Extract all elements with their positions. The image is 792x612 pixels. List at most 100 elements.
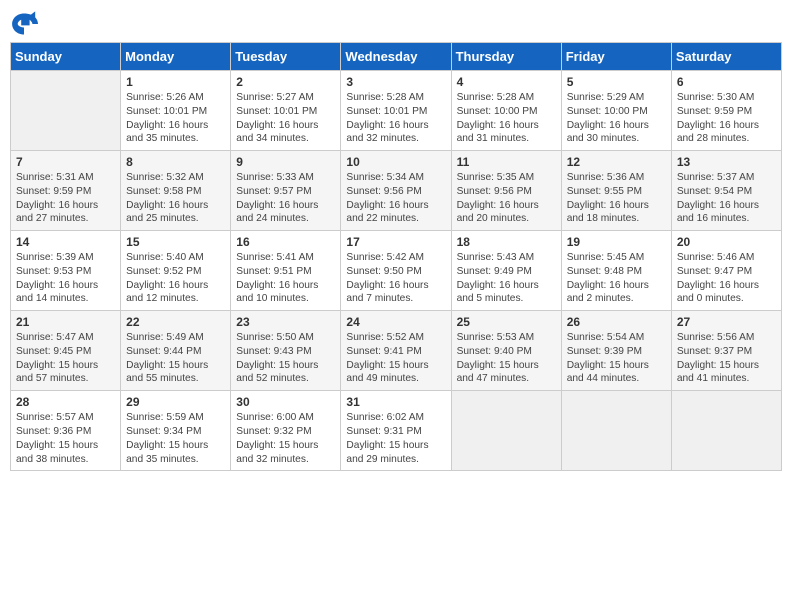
day-number: 18 — [457, 235, 556, 249]
day-info: Sunrise: 5:52 AM Sunset: 9:41 PM Dayligh… — [346, 331, 445, 386]
day-number: 20 — [677, 235, 776, 249]
day-number: 1 — [126, 75, 225, 89]
day-info: Sunrise: 5:32 AM Sunset: 9:58 PM Dayligh… — [126, 171, 225, 226]
calendar-week-3: 14 Sunrise: 5:39 AM Sunset: 9:53 PM Dayli… — [11, 231, 782, 311]
column-header-thursday: Thursday — [451, 43, 561, 71]
day-info: Sunrise: 5:45 AM Sunset: 9:48 PM Dayligh… — [567, 251, 666, 306]
calendar-cell: 24 Sunrise: 5:52 AM Sunset: 9:41 PM Dayli… — [341, 311, 451, 391]
day-number: 7 — [16, 155, 115, 169]
calendar-cell: 2 Sunrise: 5:27 AM Sunset: 10:01 PM Dayli… — [231, 71, 341, 151]
calendar-cell: 25 Sunrise: 5:53 AM Sunset: 9:40 PM Dayli… — [451, 311, 561, 391]
day-info: Sunrise: 5:28 AM Sunset: 10:00 PM Daylig… — [457, 91, 556, 146]
calendar-cell: 18Sunrise: 5:43 AM Sunset: 9:49 PM Dayli… — [451, 231, 561, 311]
day-info: Sunrise: 6:02 AM Sunset: 9:31 PM Dayligh… — [346, 411, 445, 466]
day-number: 9 — [236, 155, 335, 169]
calendar-week-4: 21Sunrise: 5:47 AM Sunset: 9:45 PM Dayli… — [11, 311, 782, 391]
day-info: Sunrise: 5:30 AM Sunset: 9:59 PM Dayligh… — [677, 91, 776, 146]
day-info: Sunrise: 5:50 AM Sunset: 9:43 PM Dayligh… — [236, 331, 335, 386]
day-number: 28 — [16, 395, 115, 409]
column-header-sunday: Sunday — [11, 43, 121, 71]
day-info: Sunrise: 5:33 AM Sunset: 9:57 PM Dayligh… — [236, 171, 335, 226]
calendar-cell: 26 Sunrise: 5:54 AM Sunset: 9:39 PM Dayli… — [561, 311, 671, 391]
calendar-cell: 4 Sunrise: 5:28 AM Sunset: 10:00 PM Dayli… — [451, 71, 561, 151]
day-info: Sunrise: 5:53 AM Sunset: 9:40 PM Dayligh… — [457, 331, 556, 386]
calendar-cell: 28 Sunrise: 5:57 AM Sunset: 9:36 PM Dayli… — [11, 391, 121, 471]
day-info: Sunrise: 5:57 AM Sunset: 9:36 PM Dayligh… — [16, 411, 115, 466]
column-header-wednesday: Wednesday — [341, 43, 451, 71]
calendar-cell: 5 Sunrise: 5:29 AM Sunset: 10:00 PM Dayli… — [561, 71, 671, 151]
calendar-cell — [561, 391, 671, 471]
day-info: Sunrise: 5:39 AM Sunset: 9:53 PM Dayligh… — [16, 251, 115, 306]
day-number: 3 — [346, 75, 445, 89]
calendar-cell: 30Sunrise: 6:00 AM Sunset: 9:32 PM Dayli… — [231, 391, 341, 471]
day-number: 19 — [567, 235, 666, 249]
day-info: Sunrise: 5:35 AM Sunset: 9:56 PM Dayligh… — [457, 171, 556, 226]
calendar-cell: 7Sunrise: 5:31 AM Sunset: 9:59 PM Daylig… — [11, 151, 121, 231]
calendar-cell: 13 Sunrise: 5:37 AM Sunset: 9:54 PM Dayli… — [671, 151, 781, 231]
page-header — [10, 10, 782, 38]
calendar-cell — [451, 391, 561, 471]
calendar-cell: 3 Sunrise: 5:28 AM Sunset: 10:01 PM Dayli… — [341, 71, 451, 151]
calendar-cell: 15 Sunrise: 5:40 AM Sunset: 9:52 PM Dayli… — [121, 231, 231, 311]
day-info: Sunrise: 5:41 AM Sunset: 9:51 PM Dayligh… — [236, 251, 335, 306]
calendar-cell: 27 Sunrise: 5:56 AM Sunset: 9:37 PM Dayli… — [671, 311, 781, 391]
day-number: 26 — [567, 315, 666, 329]
day-number: 13 — [677, 155, 776, 169]
day-number: 29 — [126, 395, 225, 409]
calendar-cell: 21Sunrise: 5:47 AM Sunset: 9:45 PM Dayli… — [11, 311, 121, 391]
day-info: Sunrise: 5:36 AM Sunset: 9:55 PM Dayligh… — [567, 171, 666, 226]
calendar-cell: 1 Sunrise: 5:26 AM Sunset: 10:01 PM Dayli… — [121, 71, 231, 151]
logo — [10, 10, 42, 38]
calendar-cell: 14 Sunrise: 5:39 AM Sunset: 9:53 PM Dayli… — [11, 231, 121, 311]
calendar-cell — [671, 391, 781, 471]
day-number: 24 — [346, 315, 445, 329]
day-number: 17 — [346, 235, 445, 249]
calendar-cell: 31 Sunrise: 6:02 AM Sunset: 9:31 PM Dayli… — [341, 391, 451, 471]
day-number: 14 — [16, 235, 115, 249]
calendar-cell: 9 Sunrise: 5:33 AM Sunset: 9:57 PM Daylig… — [231, 151, 341, 231]
day-info: Sunrise: 5:34 AM Sunset: 9:56 PM Dayligh… — [346, 171, 445, 226]
day-info: Sunrise: 5:56 AM Sunset: 9:37 PM Dayligh… — [677, 331, 776, 386]
calendar-cell: 12Sunrise: 5:36 AM Sunset: 9:55 PM Dayli… — [561, 151, 671, 231]
calendar-cell: 17 Sunrise: 5:42 AM Sunset: 9:50 PM Dayli… — [341, 231, 451, 311]
calendar-header-row: SundayMondayTuesdayWednesdayThursdayFrid… — [11, 43, 782, 71]
day-info: Sunrise: 5:26 AM Sunset: 10:01 PM Daylig… — [126, 91, 225, 146]
day-number: 4 — [457, 75, 556, 89]
day-number: 25 — [457, 315, 556, 329]
calendar-week-2: 7Sunrise: 5:31 AM Sunset: 9:59 PM Daylig… — [11, 151, 782, 231]
calendar-cell: 29Sunrise: 5:59 AM Sunset: 9:34 PM Dayli… — [121, 391, 231, 471]
day-number: 27 — [677, 315, 776, 329]
calendar-cell: 22Sunrise: 5:49 AM Sunset: 9:44 PM Dayli… — [121, 311, 231, 391]
calendar-cell: 6 Sunrise: 5:30 AM Sunset: 9:59 PM Daylig… — [671, 71, 781, 151]
calendar-cell: 20Sunrise: 5:46 AM Sunset: 9:47 PM Dayli… — [671, 231, 781, 311]
day-number: 5 — [567, 75, 666, 89]
calendar-week-1: 1 Sunrise: 5:26 AM Sunset: 10:01 PM Dayli… — [11, 71, 782, 151]
day-number: 16 — [236, 235, 335, 249]
day-number: 2 — [236, 75, 335, 89]
day-info: Sunrise: 5:29 AM Sunset: 10:00 PM Daylig… — [567, 91, 666, 146]
column-header-saturday: Saturday — [671, 43, 781, 71]
day-info: Sunrise: 5:47 AM Sunset: 9:45 PM Dayligh… — [16, 331, 115, 386]
day-number: 6 — [677, 75, 776, 89]
calendar-week-5: 28 Sunrise: 5:57 AM Sunset: 9:36 PM Dayli… — [11, 391, 782, 471]
column-header-tuesday: Tuesday — [231, 43, 341, 71]
day-info: Sunrise: 5:40 AM Sunset: 9:52 PM Dayligh… — [126, 251, 225, 306]
day-number: 15 — [126, 235, 225, 249]
day-info: Sunrise: 5:49 AM Sunset: 9:44 PM Dayligh… — [126, 331, 225, 386]
day-info: Sunrise: 5:54 AM Sunset: 9:39 PM Dayligh… — [567, 331, 666, 386]
day-info: Sunrise: 5:28 AM Sunset: 10:01 PM Daylig… — [346, 91, 445, 146]
calendar-cell: 16 Sunrise: 5:41 AM Sunset: 9:51 PM Dayli… — [231, 231, 341, 311]
calendar-cell: 11Sunrise: 5:35 AM Sunset: 9:56 PM Dayli… — [451, 151, 561, 231]
calendar-cell — [11, 71, 121, 151]
day-info: Sunrise: 5:27 AM Sunset: 10:01 PM Daylig… — [236, 91, 335, 146]
day-info: Sunrise: 5:42 AM Sunset: 9:50 PM Dayligh… — [346, 251, 445, 306]
calendar-cell: 10 Sunrise: 5:34 AM Sunset: 9:56 PM Dayli… — [341, 151, 451, 231]
day-number: 10 — [346, 155, 445, 169]
day-number: 8 — [126, 155, 225, 169]
column-header-monday: Monday — [121, 43, 231, 71]
day-info: Sunrise: 5:37 AM Sunset: 9:54 PM Dayligh… — [677, 171, 776, 226]
day-number: 31 — [346, 395, 445, 409]
column-header-friday: Friday — [561, 43, 671, 71]
logo-icon — [10, 10, 38, 38]
day-number: 30 — [236, 395, 335, 409]
